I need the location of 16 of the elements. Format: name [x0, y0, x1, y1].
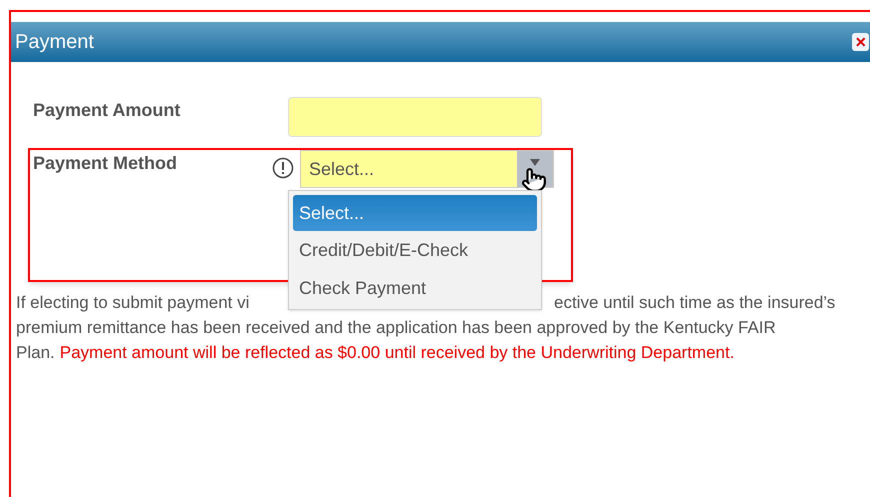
- payment-amount-field[interactable]: [288, 97, 542, 137]
- payment-method-dropdown[interactable]: Select...: [300, 150, 554, 188]
- info-icon: [272, 157, 294, 179]
- caret-icon: [530, 159, 540, 166]
- dialog-title: Payment: [15, 30, 94, 55]
- field-label: Payment Amount: [33, 99, 182, 122]
- close-button[interactable]: ×: [852, 33, 869, 51]
- notice-text: ective until such time as the insured’s: [554, 292, 836, 314]
- notice-text: If electing to submit payment vi: [16, 292, 250, 314]
- dropdown-option[interactable]: Credit/Debit/E-Check: [293, 231, 537, 269]
- field-label: Payment Method: [33, 152, 178, 175]
- warning-text: Payment amount will be reflected as $0.00 until received by the Underwriting Department.: [60, 342, 734, 364]
- dropdown-option[interactable]: Select...: [293, 195, 537, 231]
- notice-text: premium remittance has been received and the application has been approved by the Kentucky FAIR: [16, 317, 777, 339]
- notice-text: Plan.: [16, 342, 55, 364]
- dropdown-option[interactable]: Check Payment: [293, 269, 537, 307]
